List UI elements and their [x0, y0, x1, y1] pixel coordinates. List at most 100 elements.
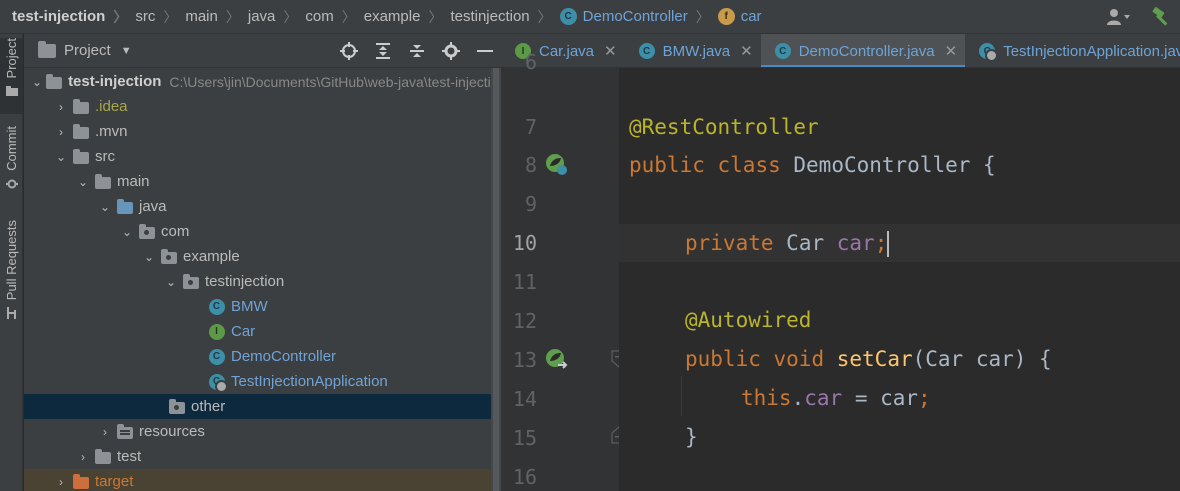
tree-label: DemoController [231, 348, 337, 365]
tree-row-com[interactable]: ⌄ com [24, 219, 501, 244]
class-name-token: DemoController { [793, 153, 996, 177]
tree-row-example[interactable]: ⌄ example [24, 244, 501, 269]
semicolon-token: ; [874, 231, 888, 255]
chevron-down-icon[interactable]: ⌄ [54, 150, 68, 164]
breadcrumb-car-field[interactable]: f car [717, 8, 762, 25]
tree-row-testinjectionapplication[interactable]: C TestInjectionApplication [24, 369, 501, 394]
breadcrumb-com[interactable]: com 〉 [305, 7, 363, 27]
tree-row-target[interactable]: › target [24, 469, 501, 491]
tool-tab-project[interactable]: Project [0, 38, 23, 114]
keyword-token: class [717, 153, 781, 177]
tree-label: resources [139, 423, 205, 440]
chevron-right-icon[interactable]: › [76, 450, 90, 464]
pull-request-icon [6, 306, 18, 320]
breadcrumb-src[interactable]: src 〉 [135, 7, 185, 27]
chevron-right-icon[interactable]: › [98, 425, 112, 439]
panel-splitter[interactable] [491, 68, 501, 491]
code-editor[interactable]: @RestController public class DemoControl… [619, 68, 1180, 491]
breadcrumb-testinjection[interactable]: testinjection 〉 [450, 7, 559, 27]
folder-icon [72, 123, 89, 139]
tree-label: .mvn [95, 123, 128, 140]
chevron-right-icon[interactable]: › [54, 475, 68, 489]
tab-bmw-java[interactable]: C BMW.java ✕ [625, 34, 761, 67]
chevron-down-icon[interactable]: ⌄ [32, 75, 42, 89]
tree-row-test[interactable]: › test [24, 444, 501, 469]
tab-label: DemoController.java [798, 42, 935, 60]
close-icon[interactable]: ✕ [740, 42, 753, 60]
user-account-icon[interactable] [1106, 8, 1132, 26]
breadcrumb-project[interactable]: test-injection 〉 [12, 7, 135, 27]
line-number: 6 [524, 50, 537, 74]
editor-tabs: I Car.java ✕ C BMW.java ✕ C DemoControll… [501, 34, 1180, 68]
folder-icon [72, 148, 89, 164]
autowired-gutter-icon[interactable] [544, 347, 568, 371]
editor-gutter: 6 7 8 9 10 11 12 13 14 15 16 [501, 50, 627, 491]
tool-window-strip: Project Commit Pull Requests [0, 34, 23, 491]
tab-label: BMW.java [662, 42, 731, 60]
chevron-down-icon: ▼ [120, 44, 132, 57]
keyword-token: this [741, 386, 792, 410]
tree-row-mvn[interactable]: › .mvn [24, 119, 501, 144]
line-number: 12 [512, 309, 537, 333]
scrollbar-thumb[interactable] [493, 68, 499, 491]
locate-file-icon[interactable] [339, 41, 359, 61]
project-view-selector[interactable]: Project ▼ [38, 40, 132, 59]
tree-row-idea[interactable]: › .idea [24, 94, 501, 119]
collapse-all-icon[interactable] [407, 41, 427, 61]
tree-row-bmw[interactable]: C BMW [24, 294, 501, 319]
tree-row-other[interactable]: other [24, 394, 501, 419]
tree-row-test-injection[interactable]: ⌄ test-injection C:\Users\jin\Documents\… [24, 69, 501, 94]
dot-token: . [791, 386, 805, 410]
build-hammer-icon[interactable] [1150, 6, 1172, 28]
tree-row-testinjection[interactable]: ⌄ testinjection [24, 269, 501, 294]
field-icon: f [717, 8, 735, 25]
tree-row-resources[interactable]: › resources [24, 419, 501, 444]
project-root-path: C:\Users\jin\Documents\GitHub\web-java\t… [169, 73, 501, 90]
tree-label: other [191, 398, 226, 415]
tab-label: TestInjectionApplication.java [1003, 42, 1180, 60]
chevron-right-icon[interactable]: › [54, 100, 68, 114]
breadcrumb-example[interactable]: example 〉 [364, 7, 451, 27]
params-token: (Car car) { [912, 347, 1052, 371]
code-line-10: private Car car; [619, 224, 1180, 262]
breadcrumb-java[interactable]: java 〉 [248, 7, 306, 27]
tool-tab-commit[interactable]: Commit [0, 126, 23, 202]
line-number: 9 [524, 192, 537, 216]
annotation-token: @RestController [629, 115, 819, 139]
chevron-down-icon[interactable]: ⌄ [164, 275, 178, 289]
tree-row-java[interactable]: ⌄ java [24, 194, 501, 219]
breadcrumb-main[interactable]: main 〉 [185, 7, 248, 27]
tab-testinjectionapplication-java[interactable]: C TestInjectionApplication.java [965, 34, 1180, 67]
chevron-down-icon[interactable]: ⌄ [98, 200, 112, 214]
spring-bean-gutter-icon[interactable] [544, 152, 568, 176]
tree-row-car[interactable]: I Car [24, 319, 501, 344]
tree-label: com [161, 223, 190, 240]
keyword-token: public [685, 347, 761, 371]
gear-icon[interactable] [441, 41, 461, 61]
tab-democontroller-java[interactable]: C DemoController.java ✕ [760, 34, 966, 67]
chevron-down-icon[interactable]: ⌄ [76, 175, 90, 189]
close-icon[interactable]: ✕ [945, 42, 958, 60]
close-icon[interactable]: ✕ [604, 42, 617, 60]
expand-all-icon[interactable] [373, 41, 393, 61]
project-panel-header: Project ▼ [24, 34, 501, 68]
tree-row-src[interactable]: ⌄ src [24, 144, 501, 169]
tab-label: Car.java [539, 42, 595, 60]
tool-tab-pull-requests[interactable]: Pull Requests [0, 220, 23, 324]
chevron-right-icon[interactable]: › [54, 125, 68, 139]
code-line-7: @RestController [619, 108, 1180, 146]
tree-row-democontroller[interactable]: C DemoController [24, 344, 501, 369]
chevron-down-icon[interactable]: ⌄ [142, 250, 156, 264]
breadcrumb-democontroller[interactable]: C DemoController 〉 [559, 7, 718, 27]
line-number: 13 [512, 348, 537, 372]
field-token: car [804, 386, 843, 410]
chevron-down-icon[interactable]: ⌄ [120, 225, 134, 239]
tree-label: java [139, 198, 167, 215]
code-line-8: public class DemoController { [619, 146, 1180, 184]
indent-guide [681, 376, 682, 416]
tree-label: BMW [231, 298, 268, 315]
tree-row-main[interactable]: ⌄ main [24, 169, 501, 194]
class-icon: C [774, 43, 791, 59]
minimize-icon[interactable] [475, 41, 495, 61]
folder-icon [5, 84, 18, 97]
